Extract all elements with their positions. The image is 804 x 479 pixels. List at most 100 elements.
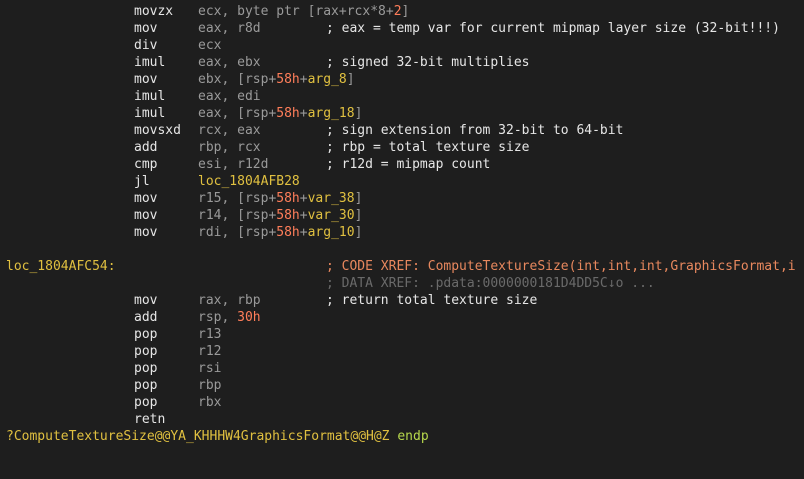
epilogue-block: mov rax, rbp; return total texture size ad… (0, 292, 804, 428)
operands: rax, rbp (198, 292, 261, 309)
instruction-line[interactable]: mov rdi, [rsp+58h+arg_10] (0, 224, 804, 241)
instruction-line[interactable]: pop r13 (0, 326, 804, 343)
function-name[interactable]: ?ComputeTextureSize@@YA_KHHHW4GraphicsFo… (6, 429, 390, 444)
operands: esi, r12d (198, 156, 268, 173)
instruction-line[interactable]: imul eax, ebx ; signed 32-bit multiplies (0, 54, 804, 71)
mnemonic: add (134, 140, 158, 155)
numeric-operand: 30h (237, 310, 261, 325)
mnemonic: cmp (134, 157, 158, 172)
instruction-line[interactable]: div ecx (0, 37, 804, 54)
mnemonic: imul (134, 89, 166, 104)
operands: ecx (198, 37, 221, 54)
register-operand: ] (401, 4, 410, 19)
register-operand: rdi, [rsp+ (198, 225, 277, 240)
disassembly-listing: movzx ecx, byte ptr [rax+rcx*8+2] mov eax, … (0, 0, 804, 452)
register-operand: r15, [rsp+ (198, 191, 277, 206)
instruction-line[interactable]: pop rbx (0, 394, 804, 411)
endp-line: ?ComputeTextureSize@@YA_KHHHW4GraphicsFo… (0, 428, 804, 445)
operands: rbp (198, 377, 221, 394)
mnemonic: jl (134, 174, 150, 189)
mnemonic: mov (134, 191, 158, 206)
label-line: loc_1804AFC54: ; CODE XREF: ComputeTextu… (0, 258, 804, 275)
register-operand: + (299, 106, 308, 121)
data-xref-comment[interactable]: ; DATA XREF: .pdata:0000000181D4DD5C↓o .… (326, 275, 655, 292)
comment: ; return total texture size (326, 293, 538, 308)
register-operand: ] (354, 106, 363, 121)
operands: rcx, eax (198, 122, 261, 139)
instruction-line[interactable]: pop rsi (0, 360, 804, 377)
symbol-operand[interactable]: arg_18 (308, 106, 355, 121)
instruction-line[interactable]: mov r15, [rsp+58h+var_38] (0, 190, 804, 207)
mnemonic: add (134, 310, 158, 325)
register-operand: ] (354, 208, 363, 223)
mnemonic: pop (134, 395, 158, 410)
symbol-operand[interactable]: arg_10 (308, 225, 355, 240)
instruction-line[interactable]: add rbp, rcx ; rbp = total texture size (0, 139, 804, 156)
register-operand: rbx (198, 395, 222, 410)
instruction-line[interactable]: cmp esi, r12d ; r12d = mipmap count (0, 156, 804, 173)
comment: ; r12d = mipmap count (326, 157, 491, 172)
operands: r15, [rsp+58h+var_38] (198, 190, 362, 207)
operands: rsi (198, 360, 221, 377)
instruction-line[interactable]: movsxd rcx, eax ; sign extension from 32-b… (0, 122, 804, 139)
mnemonic: imul (134, 55, 166, 70)
mnemonic: retn (134, 412, 166, 427)
symbol-operand[interactable]: var_30 (308, 208, 355, 223)
comment: ; rbp = total texture size (326, 140, 530, 155)
code-label[interactable]: loc_1804AFC54: (6, 258, 116, 275)
register-operand: ] (346, 72, 355, 87)
register-operand: r14, [rsp+ (198, 208, 277, 223)
mnemonic: pop (134, 378, 158, 393)
mnemonic: mov (134, 208, 158, 223)
mnemonic: imul (134, 106, 166, 121)
mnemonic: mov (134, 293, 158, 308)
numeric-operand: 58h (276, 72, 300, 87)
instruction-block: movzx ecx, byte ptr [rax+rcx*8+2] mov eax, … (0, 3, 804, 241)
operands: rbp, rcx (198, 139, 261, 156)
instruction-line[interactable]: imul eax, [rsp+58h+arg_18] (0, 105, 804, 122)
mnemonic: pop (134, 327, 158, 342)
code-xref-comment[interactable]: ; CODE XREF: ComputeTextureSize(int,int,… (326, 258, 796, 275)
comment: ; eax = temp var for current mipmap laye… (326, 21, 780, 36)
register-operand: esi, r12d (198, 157, 269, 172)
instruction-line[interactable]: pop rbp (0, 377, 804, 394)
register-operand: ecx (198, 38, 222, 53)
register-operand: rax, rbp (198, 293, 261, 308)
mnemonic: movzx (134, 4, 174, 19)
register-operand: rcx, eax (198, 123, 261, 138)
operands: eax, edi (198, 88, 261, 105)
register-operand: r12 (198, 344, 222, 359)
instruction-line[interactable]: mov r14, [rsp+58h+var_30] (0, 207, 804, 224)
register-operand: ecx, byte ptr [ (198, 4, 316, 19)
operands: eax, ebx (198, 54, 261, 71)
register-operand: + (299, 191, 308, 206)
register-operand: + (299, 208, 308, 223)
operands: rbx (198, 394, 221, 411)
instruction-line[interactable]: mov eax, r8d ; eax = temp var for current … (0, 20, 804, 37)
instruction-line[interactable]: movzx ecx, byte ptr [rax+rcx*8+2] (0, 3, 804, 20)
instruction-line[interactable]: mov rax, rbp ; return total texture size (0, 292, 804, 309)
symbol-operand[interactable]: arg_8 (308, 72, 347, 87)
instruction-line[interactable]: add rsp, 30h (0, 309, 804, 326)
operands: loc_1804AFB28 (198, 173, 300, 190)
numeric-operand: 58h (276, 208, 300, 223)
instruction-line[interactable]: pop r12 (0, 343, 804, 360)
register-operand: rax+rcx*8+ (315, 4, 394, 19)
operands: r13 (198, 326, 221, 343)
operands: eax, r8d (198, 20, 261, 37)
data-xref-line: ; DATA XREF: .pdata:0000000181D4DD5C↓o .… (0, 275, 804, 292)
numeric-operand: 58h (276, 225, 300, 240)
register-operand: eax, ebx (198, 55, 261, 70)
instruction-line[interactable]: imul eax, edi (0, 88, 804, 105)
operands: ebx, [rsp+58h+arg_8] (198, 71, 355, 88)
numeric-operand: 58h (276, 191, 300, 206)
register-operand: ] (354, 191, 363, 206)
symbol-operand[interactable]: loc_1804AFB28 (198, 174, 300, 189)
instruction-line[interactable]: mov ebx, [rsp+58h+arg_8] (0, 71, 804, 88)
mnemonic: pop (134, 344, 158, 359)
operands: rsp, 30h (198, 309, 261, 326)
symbol-operand[interactable]: var_38 (308, 191, 355, 206)
instruction-line[interactable]: jl loc_1804AFB28 (0, 173, 804, 190)
instruction-line[interactable]: retn (0, 411, 804, 428)
